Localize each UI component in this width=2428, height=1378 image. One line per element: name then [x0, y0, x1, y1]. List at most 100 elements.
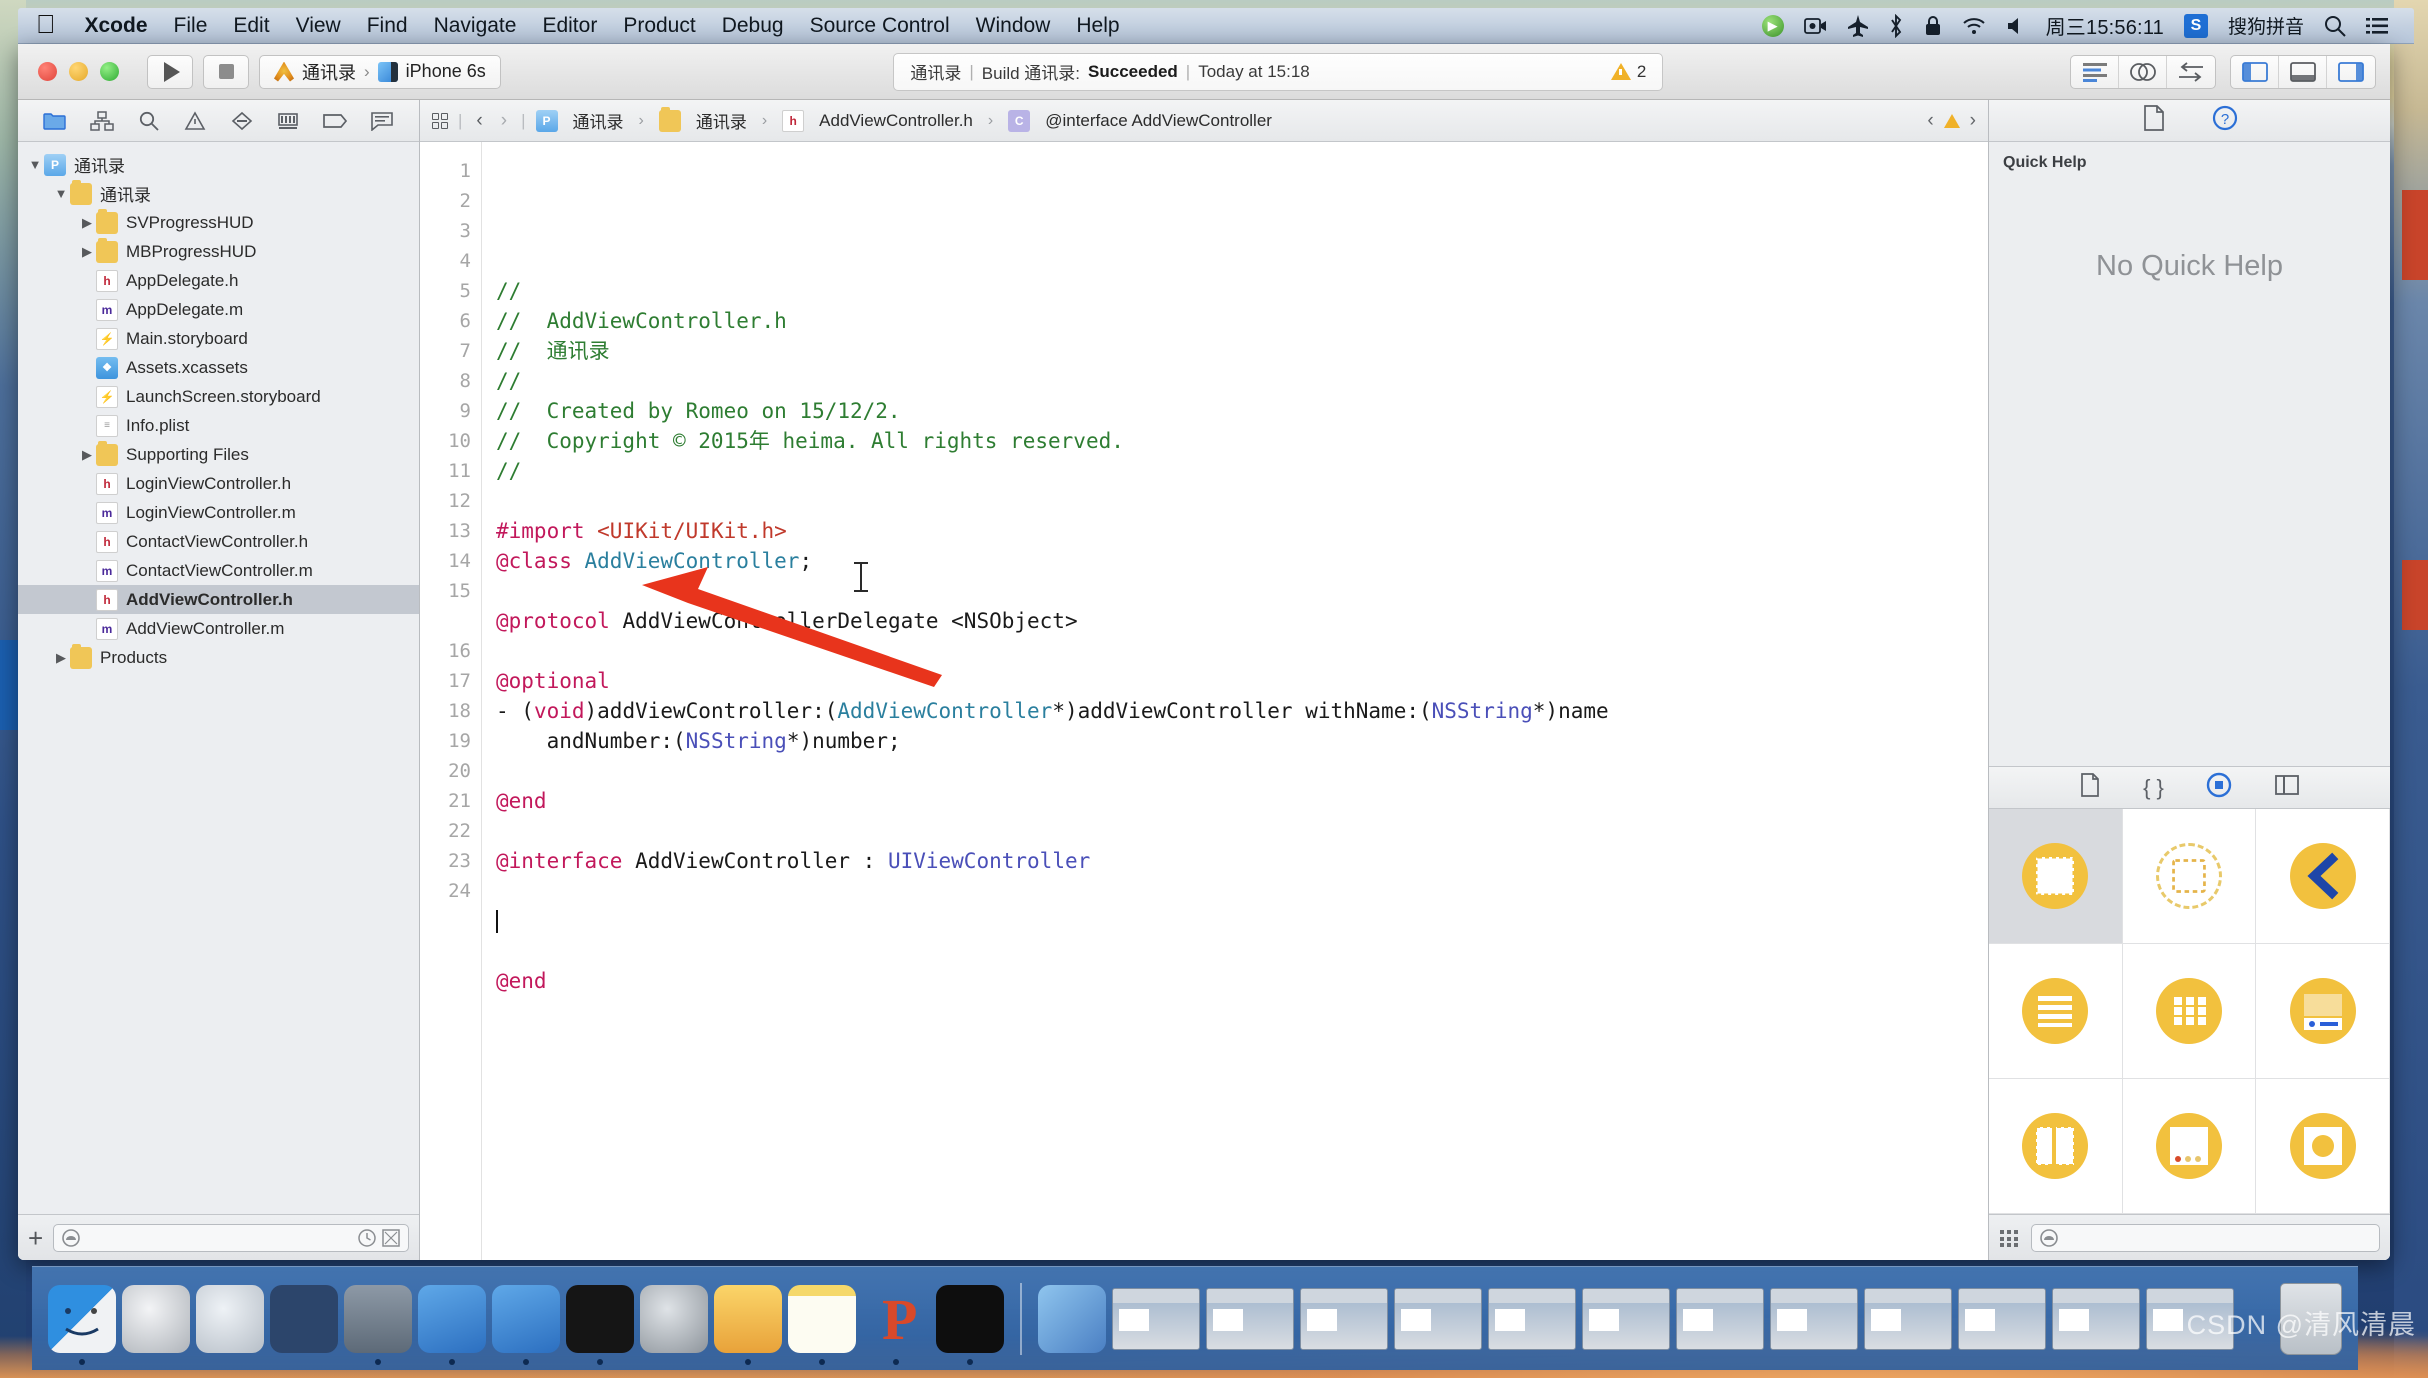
apple-menu-icon[interactable]:  — [36, 11, 56, 37]
wifi-icon[interactable] — [1962, 17, 1986, 35]
project-file-tree[interactable]: ▼P通讯录▼通讯录▶SVProgressHUD▶MBProgressHUD▶hA… — [18, 142, 419, 1214]
file-tree-row[interactable]: ▶mContactViewController.m — [18, 556, 419, 585]
file-tree-row[interactable]: ▶hContactViewController.h — [18, 527, 419, 556]
dock-minimized-window-thumb-1[interactable] — [1112, 1287, 1200, 1350]
object-library-grid[interactable] — [1989, 809, 2390, 1214]
code-area[interactable]: 1 2 3 4 5 6 7 8 9 10 11 12 13 14 15 16 17 18 19 20 21 22 23 24 … — [420, 142, 1988, 1260]
dock-minimized-window-thumb-9[interactable] — [1864, 1287, 1952, 1350]
assistant-editor-icon[interactable] — [2119, 55, 2167, 88]
dock-minimized-window-thumb-4[interactable] — [1394, 1287, 1482, 1350]
dock-icon-notes[interactable] — [788, 1284, 856, 1365]
library-object-table-view-controller[interactable] — [1989, 944, 2123, 1079]
spotlight-search-icon[interactable] — [2324, 15, 2346, 37]
close-window-button[interactable] — [38, 62, 57, 81]
menu-source-control[interactable]: Source Control — [797, 8, 963, 44]
activity-warning-badge[interactable]: 2 — [1610, 62, 1646, 82]
grid-view-icon[interactable] — [1999, 1227, 2021, 1249]
file-tree-row[interactable]: ▶ Products — [18, 643, 419, 672]
bluetooth-icon[interactable] — [1888, 13, 1904, 38]
file-tree-row[interactable]: ▶ Supporting Files — [18, 440, 419, 469]
file-tree-row[interactable]: ▶hAppDelegate.h — [18, 266, 419, 295]
version-editor-icon[interactable] — [2167, 56, 2215, 88]
library-object-storyboard-reference[interactable] — [2122, 809, 2257, 944]
file-tree-row[interactable]: ▶⚡Main.storyboard — [18, 324, 419, 353]
dock-icon-xcode[interactable] — [418, 1284, 486, 1365]
dock-icon-finder[interactable] — [48, 1284, 116, 1365]
menu-debug[interactable]: Debug — [709, 8, 797, 44]
source-code-text[interactable]: // // AddViewController.h // 通讯录 // // Creat… — [482, 142, 1988, 1260]
library-object-tab-bar-controller[interactable] — [2256, 944, 2390, 1079]
file-tree-row[interactable]: ▶mAddViewController.m — [18, 614, 419, 643]
dock-minimized-window-thumb-12[interactable] — [2146, 1287, 2234, 1350]
breadcrumb-item-file[interactable]: h AddViewController.h — [782, 109, 973, 132]
file-tree-row[interactable]: ▶ MBProgressHUD — [18, 237, 419, 266]
menu-bar-clock[interactable]: 周三15:56:11 — [2046, 11, 2164, 40]
file-tree-row[interactable]: ▶❖Assets.xcassets — [18, 353, 419, 382]
issue-navigator-icon[interactable] — [178, 107, 212, 135]
disclosure-closed-icon[interactable]: ▶ — [52, 650, 70, 666]
library-object-split-view-controller[interactable] — [1989, 1079, 2123, 1214]
file-tree-row[interactable]: ▶ SVProgressHUD — [18, 208, 419, 237]
library-object-glkit-view-controller[interactable] — [2256, 1079, 2390, 1214]
library-object-view-controller[interactable] — [1989, 809, 2123, 944]
lock-icon[interactable] — [1924, 15, 1942, 37]
stop-button[interactable] — [203, 54, 249, 89]
menu-help[interactable]: Help — [1063, 8, 1132, 44]
run-button[interactable] — [147, 54, 193, 89]
dock-icon-mouse-utility[interactable] — [270, 1284, 338, 1353]
object-library-icon[interactable] — [2206, 772, 2232, 803]
file-tree-row[interactable]: ▶mAppDelegate.m — [18, 295, 419, 324]
breadcrumb-item-symbol[interactable]: C @interface AddViewController — [1008, 109, 1272, 132]
dock-minimized-window-thumb-6[interactable] — [1582, 1287, 1670, 1350]
standard-editor-icon[interactable] — [2071, 55, 2119, 88]
dock-icon-trash[interactable] — [2280, 1282, 2342, 1355]
menu-xcode[interactable]: Xcode — [72, 8, 161, 44]
menu-file[interactable]: File — [161, 8, 221, 44]
volume-icon[interactable] — [2006, 17, 2026, 35]
dock-icon-system-preferences[interactable] — [640, 1284, 708, 1353]
zoom-window-button[interactable] — [100, 62, 119, 81]
warning-triangle-icon[interactable] — [1943, 113, 1960, 128]
dock-minimized-window-thumb-10[interactable] — [1958, 1287, 2046, 1350]
breadcrumb-item-group[interactable]: 通讯录 — [658, 106, 747, 133]
file-tree-row[interactable]: ▶⚡LaunchScreen.storyboard — [18, 382, 419, 411]
navigate-back-button[interactable]: ‹ — [472, 110, 486, 132]
file-tree-row[interactable]: ▶hAddViewController.h — [18, 585, 419, 614]
dock-icon-terminal[interactable] — [566, 1284, 634, 1365]
notification-center-icon[interactable] — [2366, 17, 2388, 35]
debug-navigator-icon[interactable] — [271, 107, 305, 135]
toggle-debug-area-icon[interactable] — [2279, 55, 2327, 88]
menu-view[interactable]: View — [283, 8, 354, 44]
dock-icon-pages-p[interactable]: P — [862, 1285, 930, 1365]
breadcrumb-item-project[interactable]: P 通讯录 — [535, 108, 624, 133]
menu-find[interactable]: Find — [354, 8, 421, 44]
dock-icon-mac-mini[interactable] — [936, 1284, 1004, 1365]
dock-minimized-window-thumb-7[interactable] — [1676, 1287, 1764, 1350]
ime-label[interactable]: 搜狗拼音 — [2228, 12, 2304, 39]
next-issue-button[interactable]: › — [1970, 110, 1976, 132]
dock-icon-launchpad[interactable] — [122, 1284, 190, 1353]
file-tree-row[interactable]: ▼ P 通讯录 — [18, 150, 419, 179]
dock-minimized-window-thumb-2[interactable] — [1206, 1287, 1294, 1350]
dock-minimized-window-thumb-11[interactable] — [2052, 1287, 2140, 1350]
library-object-page-view-controller[interactable] — [2122, 1079, 2257, 1214]
disclosure-open-icon[interactable]: ▼ — [52, 186, 70, 201]
library-object-navigation-controller[interactable] — [2256, 809, 2390, 944]
toggle-navigator-icon[interactable] — [2231, 55, 2279, 88]
menu-editor[interactable]: Editor — [529, 8, 610, 44]
file-template-library-icon[interactable] — [2079, 773, 2101, 802]
file-inspector-icon[interactable] — [2142, 105, 2166, 136]
file-tree-row[interactable]: ▶mLoginViewController.m — [18, 498, 419, 527]
ime-badge-icon[interactable]: S — [2183, 13, 2208, 38]
dock-icon-xcode-simulator[interactable] — [492, 1284, 560, 1365]
dock-minimized-window-thumb-5[interactable] — [1488, 1287, 1576, 1350]
dock-icon-qq-player[interactable] — [1038, 1284, 1106, 1353]
project-navigator-icon[interactable] — [38, 107, 72, 135]
navigate-forward-button[interactable]: › — [497, 110, 511, 132]
menu-window[interactable]: Window — [963, 8, 1064, 44]
file-tree-row[interactable]: ▶≡Info.plist — [18, 411, 419, 440]
add-file-button[interactable]: + — [28, 1225, 43, 1251]
library-filter-field[interactable] — [2031, 1223, 2380, 1252]
quick-help-inspector-icon[interactable]: ? — [2212, 105, 2238, 136]
library-object-collection-view-controller[interactable] — [2122, 944, 2257, 1079]
